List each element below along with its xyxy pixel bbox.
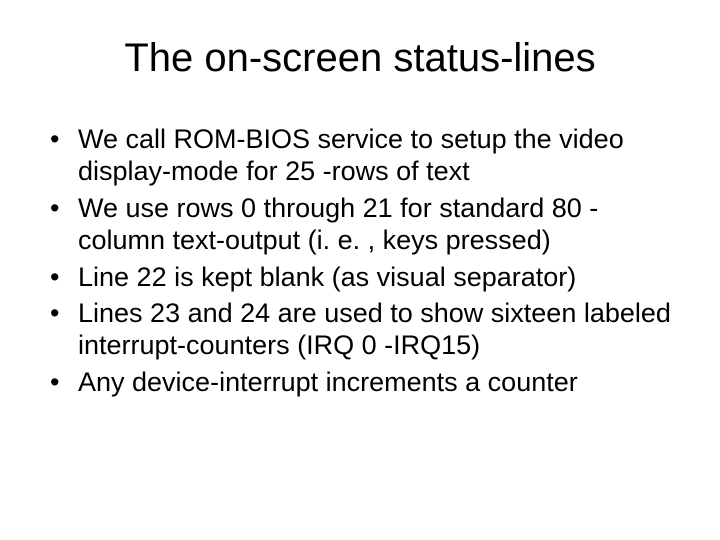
slide: The on-screen status-lines We call ROM-B… — [0, 0, 720, 540]
list-item: We use rows 0 through 21 for standard 80… — [44, 192, 680, 257]
list-item: We call ROM-BIOS service to setup the vi… — [44, 123, 680, 188]
list-item: Lines 23 and 24 are used to show sixteen… — [44, 297, 680, 362]
list-item: Line 22 is kept blank (as visual separat… — [44, 261, 680, 293]
slide-title: The on-screen status-lines — [40, 36, 680, 81]
list-item: Any device-interrupt increments a counte… — [44, 366, 680, 398]
bullet-list: We call ROM-BIOS service to setup the vi… — [44, 123, 680, 398]
